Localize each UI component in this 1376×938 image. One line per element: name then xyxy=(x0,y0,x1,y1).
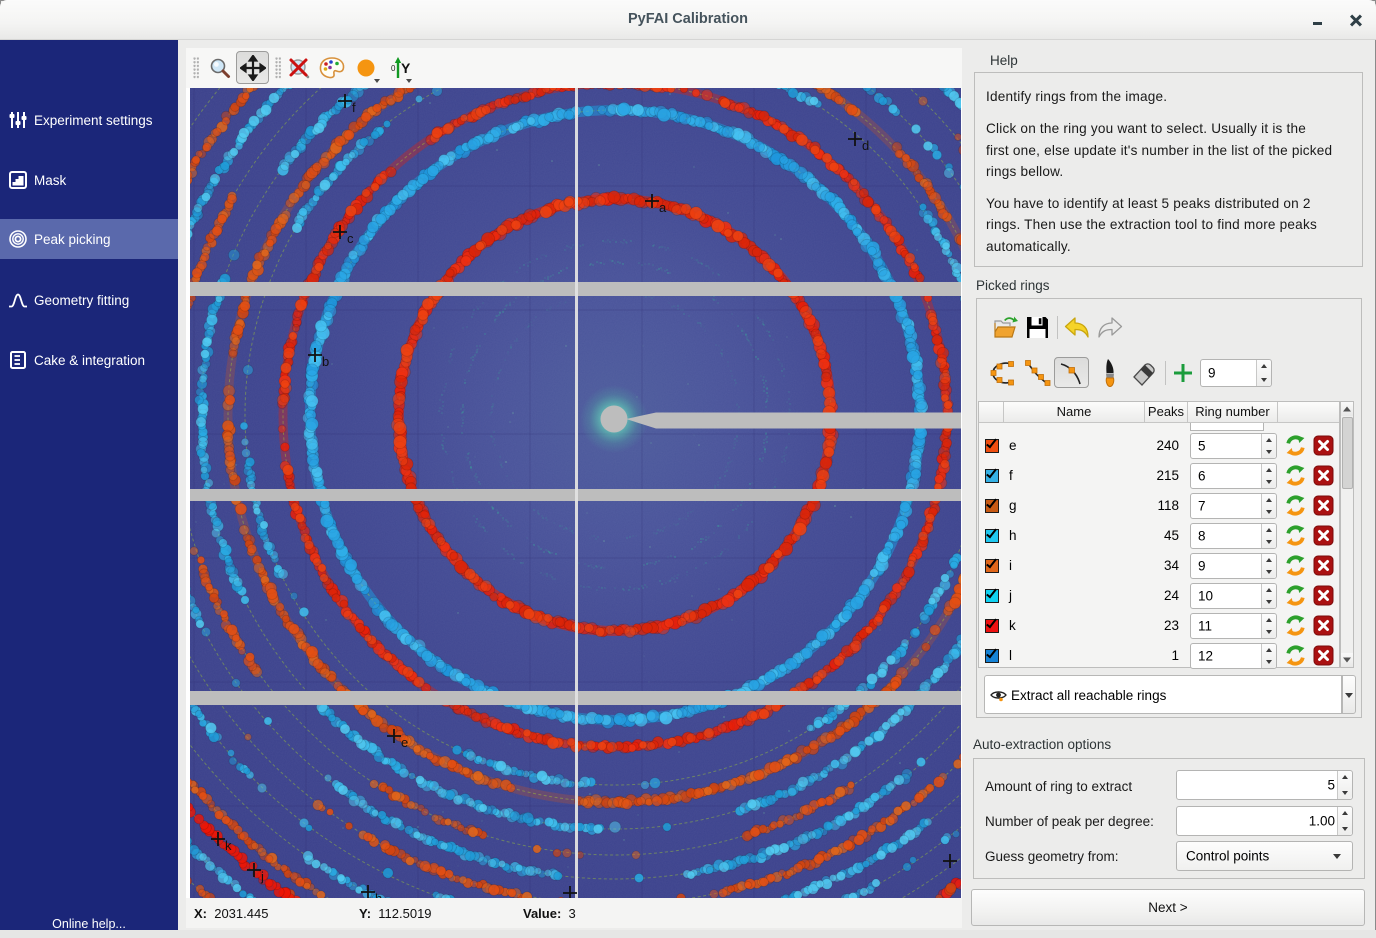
svg-text:b: b xyxy=(322,354,329,369)
svg-text:h: h xyxy=(375,891,382,898)
svg-text:Y: Y xyxy=(401,60,411,76)
svg-text:c: c xyxy=(347,231,354,246)
svg-text:e: e xyxy=(401,735,408,750)
svg-text:f: f xyxy=(352,100,356,115)
svg-text:a: a xyxy=(659,200,667,215)
svg-text:d: d xyxy=(862,138,869,153)
svg-text:k: k xyxy=(225,838,232,853)
svg-text:j: j xyxy=(260,869,264,884)
svg-text:0: 0 xyxy=(391,64,396,73)
